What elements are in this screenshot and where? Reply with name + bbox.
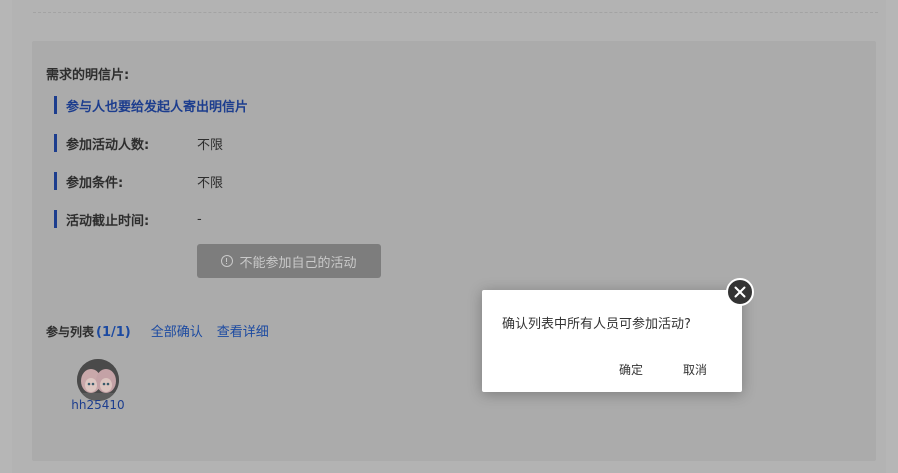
- row-accent-bar: [54, 172, 57, 190]
- dashed-divider: [33, 12, 878, 13]
- participant-limit-label: 参加活动人数:: [66, 137, 150, 153]
- join-activity-button-disabled: 不能参加自己的活动: [197, 244, 381, 278]
- postcard-requirement-text: 参与人也要给发起人寄出明信片: [66, 99, 249, 115]
- postcard-requirement-row: 参与人也要给发起人寄出明信片: [54, 96, 249, 115]
- close-icon: [734, 286, 746, 298]
- view-details-link[interactable]: 查看详细: [217, 321, 269, 340]
- confirm-dialog: 确认列表中所有人员可参加活动? 确定 取消: [482, 290, 742, 392]
- dialog-ok-button[interactable]: 确定: [619, 361, 643, 378]
- section-title: 需求的明信片:: [46, 68, 130, 83]
- deadline-label: 活动截止时间:: [66, 213, 150, 229]
- dialog-close-button[interactable]: [726, 278, 754, 306]
- dialog-message: 确认列表中所有人员可参加活动?: [502, 317, 691, 332]
- participant-username[interactable]: hh25410: [62, 398, 134, 412]
- page-background: 需求的明信片: 参与人也要给发起人寄出明信片 参加活动人数: 不限 参加条件: …: [0, 0, 898, 473]
- participants-title: 参与列表: [46, 325, 95, 339]
- participant-limit-value: 不限: [197, 137, 224, 153]
- conditions-value: 不限: [197, 175, 224, 191]
- participants-count: (1/1): [96, 325, 131, 340]
- page-left-margin: [0, 0, 12, 473]
- info-circle-icon: [221, 255, 234, 267]
- join-activity-button-label: 不能参加自己的活动: [239, 255, 357, 271]
- row-accent-bar: [54, 134, 57, 152]
- page-right-margin: [886, 0, 898, 473]
- row-accent-bar: [54, 210, 57, 228]
- dialog-cancel-button[interactable]: 取消: [683, 361, 707, 378]
- confirm-all-link[interactable]: 全部确认: [151, 321, 203, 340]
- participant-limit-row: 参加活动人数: 不限: [54, 134, 224, 153]
- row-accent-bar: [54, 96, 57, 114]
- conditions-row: 参加条件: 不限: [54, 172, 224, 191]
- conditions-label: 参加条件:: [66, 175, 124, 191]
- participants-header: 参与列表 (1/1) 全部确认 查看详细: [46, 321, 269, 340]
- deadline-row: 活动截止时间: -: [54, 210, 202, 229]
- deadline-value: -: [197, 211, 202, 227]
- avatar-image: [77, 359, 119, 401]
- avatar[interactable]: [77, 359, 119, 401]
